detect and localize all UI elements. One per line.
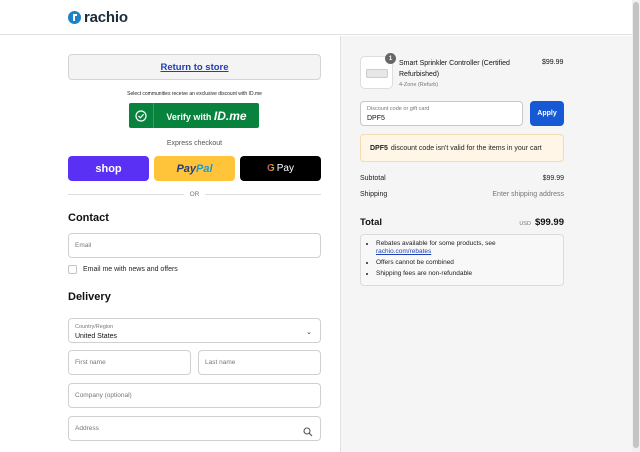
newsletter-label: Email me with news and offers — [83, 266, 178, 273]
search-icon — [303, 424, 313, 442]
site-header: rachio — [0, 0, 640, 35]
quantity-badge: 1 — [385, 53, 396, 64]
express-checkout-label: Express checkout — [166, 140, 223, 147]
scrollbar-thumb[interactable] — [633, 2, 639, 448]
paypal-logo: PayPal — [176, 162, 213, 175]
discount-error-message: DPF5 discount code isn't valid for the it… — [360, 134, 564, 162]
idme-button-label: Verify with ID.me — [166, 108, 247, 123]
list-item: Offers cannot be combined — [376, 259, 555, 267]
checkout-form: Return to store Select communities recei… — [0, 36, 340, 452]
chevron-down-icon: ⌄ — [306, 329, 312, 336]
rachio-logo[interactable]: rachio — [68, 9, 128, 26]
contact-heading: Contact — [68, 212, 109, 224]
brand-name: rachio — [84, 9, 128, 26]
first-name-field[interactable]: First name — [68, 350, 191, 375]
return-to-store-label: Return to store — [160, 61, 229, 73]
subtotal-row: Subtotal $99.99 — [360, 175, 564, 182]
product-price: $99.99 — [542, 59, 564, 66]
check-circle-icon — [129, 103, 154, 128]
order-summary: 1 Smart Sprinkler Controller (Certified … — [340, 36, 632, 452]
company-field[interactable]: Company (optional) — [68, 383, 321, 408]
discount-code-input[interactable]: Discount code or gift card DPF5 — [360, 101, 523, 126]
product-name: Smart Sprinkler Controller (Certified Re… — [399, 60, 510, 78]
total-row: Total USD $99.99 — [360, 217, 564, 228]
apply-discount-button[interactable]: Apply — [530, 101, 564, 126]
rachio-logo-icon — [68, 11, 81, 24]
or-divider: OR — [68, 189, 321, 199]
email-field[interactable]: Email — [68, 233, 321, 258]
rebate-notes: Rebates available for some products, see… — [360, 234, 564, 286]
delivery-heading: Delivery — [68, 291, 111, 303]
rebates-link[interactable]: rachio.com/rebates — [376, 248, 431, 255]
verify-with-idme-button[interactable]: Verify with ID.me — [129, 103, 259, 128]
list-item: Shipping fees are non-refundable — [376, 270, 555, 278]
scrollbar[interactable] — [632, 0, 640, 452]
return-to-store-button[interactable]: Return to store — [68, 54, 321, 80]
last-name-field[interactable]: Last name — [198, 350, 321, 375]
newsletter-checkbox[interactable]: Email me with news and offers — [68, 265, 178, 274]
google-g-icon: G — [266, 163, 275, 174]
country-select[interactable]: Country/Region United States ⌄ — [68, 318, 321, 343]
shop-pay-button[interactable]: shop — [68, 156, 149, 181]
shipping-row: Shipping Enter shipping address — [360, 191, 564, 198]
list-item: Rebates available for some products, see… — [376, 240, 555, 256]
idme-discount-note: Select communities receive an exclusive … — [127, 91, 262, 97]
checkbox[interactable] — [68, 265, 77, 274]
product-variant: 4-Zone (Refurb) — [399, 82, 439, 88]
google-pay-button[interactable]: G Pay — [240, 156, 321, 181]
address-field[interactable]: Address — [68, 416, 321, 441]
paypal-button[interactable]: PayPal — [154, 156, 235, 181]
